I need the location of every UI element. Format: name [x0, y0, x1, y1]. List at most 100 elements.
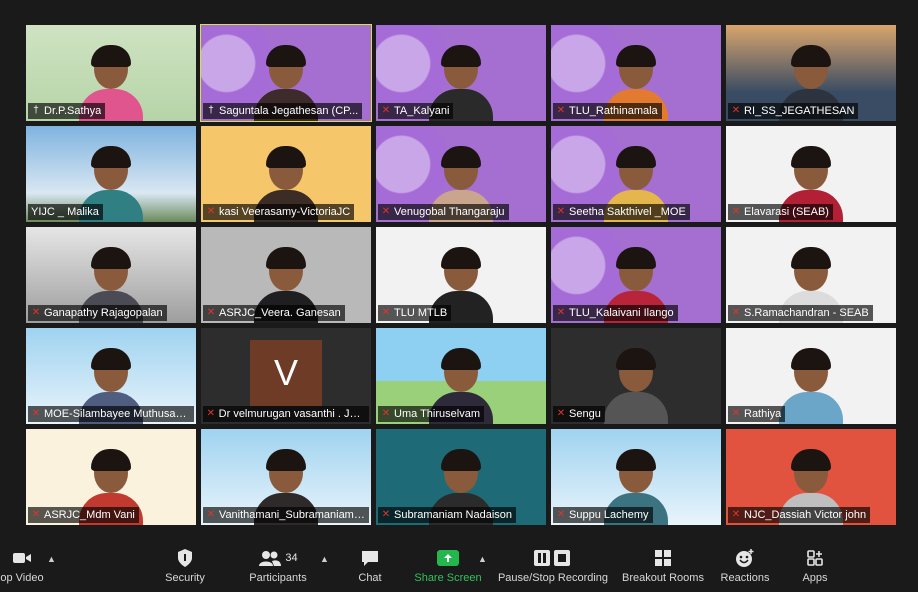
mic-off-icon: ✕: [556, 206, 566, 217]
shield-icon: [176, 546, 194, 570]
video-button[interactable]: op Video: [0, 546, 46, 588]
participant-name-bar: † Saguntala Jegathesan (CP...: [203, 103, 363, 119]
participants-options-caret-icon[interactable]: ▲: [320, 554, 329, 564]
mic-off-icon: ✕: [206, 509, 216, 520]
participants-icon: [259, 551, 282, 566]
participant-name-bar: YIJC _ Malika: [28, 204, 103, 220]
participant-name: TA_Kalyani: [394, 105, 450, 117]
share-screen-icon: [437, 550, 459, 566]
participant-tile[interactable]: † Saguntala Jegathesan (CP...: [200, 24, 372, 122]
participant-tile[interactable]: ✕ TLU_Rathinamala: [551, 25, 721, 121]
video-label: op Video: [0, 572, 44, 584]
participant-name-bar: ✕ Suppu Lachemy: [553, 507, 653, 523]
participant-name-bar: ✕ kasi Veerasamy-VictoriaJC: [203, 204, 355, 220]
participant-name-bar: ✕ Sengu: [553, 406, 605, 422]
participant-name: Ganapathy Rajagopalan: [44, 307, 163, 319]
participant-name-bar: ✕ Dr velmurugan vasanthi . JPJC: [203, 406, 369, 422]
mic-off-icon: ✕: [381, 206, 391, 217]
breakout-rooms-label: Breakout Rooms: [622, 572, 704, 584]
security-button[interactable]: Security: [160, 546, 210, 588]
participant-tile[interactable]: ✕ TLU_Kalaivani Ilango: [551, 227, 721, 323]
participant-tile[interactable]: ✕ S.Ramachandran - SEAB: [726, 227, 896, 323]
participant-name-bar: ✕ TLU_Rathinamala: [553, 103, 662, 119]
participant-tile[interactable]: ✕ RI_SS_JEGATHESAN: [726, 25, 896, 121]
mic-off-icon: ✕: [381, 509, 391, 520]
chat-button[interactable]: Chat: [352, 546, 388, 588]
breakout-rooms-button[interactable]: Breakout Rooms: [620, 546, 706, 588]
mic-off-icon: ✕: [731, 307, 741, 318]
mic-off-icon: ✕: [556, 307, 566, 318]
participant-name: Sengu: [569, 408, 601, 420]
participant-name-bar: ✕ Vanithamani_Subramaniam ...: [203, 507, 369, 523]
mic-off-icon: ✕: [206, 206, 216, 217]
mic-off-icon: ✕: [206, 307, 216, 318]
participant-tile[interactable]: ✕ TLU MTLB: [376, 227, 546, 323]
participant-name: Vanithamani_Subramaniam ...: [218, 509, 365, 521]
participant-name-bar: ✕ MOE-Silambayee Muthusamy: [28, 406, 194, 422]
participant-name: S.Ramachandran - SEAB: [744, 307, 869, 319]
participant-name: Dr.P.Sathya: [44, 105, 102, 117]
pause-stop-icon: [533, 546, 573, 570]
participant-name-bar: ✕ ASRJC_Mdm Vani: [28, 507, 139, 523]
participant-name: Suppu Lachemy: [569, 509, 649, 521]
participant-name: Venugobal Thangaraju: [394, 206, 505, 218]
breakout-rooms-icon: [654, 546, 672, 570]
participant-name-bar: ✕ Ganapathy Rajagopalan: [28, 305, 167, 321]
mic-off-icon: ✕: [381, 105, 391, 116]
participant-tile[interactable]: ✕ Venugobal Thangaraju: [376, 126, 546, 222]
participant-name: Saguntala Jegathesan (CP...: [219, 105, 359, 117]
participant-name-bar: ✕ TA_Kalyani: [378, 103, 454, 119]
mic-off-icon: ✕: [206, 408, 216, 419]
meeting-toolbar: op Video ▲ Security 34 Participants ▲ Ch…: [0, 540, 918, 592]
mic-off-icon: ✕: [31, 509, 41, 520]
participant-name-bar: ✕ Seetha Sakthivel _MOE: [553, 204, 690, 220]
participant-tile[interactable]: ✕ Uma Thiruselvam: [376, 328, 546, 424]
share-options-caret-icon[interactable]: ▲: [478, 554, 487, 564]
participant-tile[interactable]: ✕ TA_Kalyani: [376, 25, 546, 121]
participant-tile[interactable]: ✕ Ganapathy Rajagopalan: [26, 227, 196, 323]
participant-name: MOE-Silambayee Muthusamy: [44, 408, 190, 420]
mic-off-icon: ✕: [556, 509, 566, 520]
mic-off-icon: ✕: [381, 408, 391, 419]
participant-tile[interactable]: ✕ Vanithamani_Subramaniam ...: [201, 429, 371, 525]
video-camera-icon: [11, 546, 33, 570]
participants-button[interactable]: 34 Participants: [246, 546, 310, 588]
participant-tile[interactable]: ✕ ASRJC_Mdm Vani: [26, 429, 196, 525]
participant-name-bar: ✕ ASRJC_Veera. Ganesan: [203, 305, 345, 321]
participant-name-bar: ✕ Venugobal Thangaraju: [378, 204, 509, 220]
reactions-button[interactable]: Reactions: [718, 546, 772, 588]
participant-tile[interactable]: ✕ Seetha Sakthivel _MOE: [551, 126, 721, 222]
mic-off-icon: ✕: [731, 509, 741, 520]
reactions-label: Reactions: [720, 572, 770, 584]
share-screen-button[interactable]: Share Screen: [414, 546, 482, 588]
participant-tile[interactable]: ✕ Elavarasi (SEAB): [726, 126, 896, 222]
participant-name: RI_SS_JEGATHESAN: [744, 105, 855, 117]
participant-tile[interactable]: V ✕ Dr velmurugan vasanthi . JPJC: [201, 328, 371, 424]
participant-tile[interactable]: ✕ Rathiya: [726, 328, 896, 424]
participant-name-bar: ✕ RI_SS_JEGATHESAN: [728, 103, 859, 119]
participant-name: TLU MTLB: [394, 307, 448, 319]
participant-tile[interactable]: ✕ MOE-Silambayee Muthusamy: [26, 328, 196, 424]
participant-tile[interactable]: ✕ kasi Veerasamy-VictoriaJC: [201, 126, 371, 222]
participant-name-bar: ✕ Uma Thiruselvam: [378, 406, 484, 422]
participants-count: 34: [285, 552, 298, 564]
video-gallery: † Dr.P.Sathya † Saguntala Jegathesan (CP...…: [0, 0, 918, 540]
video-options-caret-icon[interactable]: ▲: [47, 554, 56, 564]
participant-name: NJC_Dassiah Victor john: [744, 509, 867, 521]
participant-name: kasi Veerasamy-VictoriaJC: [219, 206, 351, 218]
chat-bubble-icon: [360, 546, 380, 570]
participant-name-bar: † Dr.P.Sathya: [28, 103, 106, 119]
participant-tile[interactable]: ✕ Subramaniam Nadaison: [376, 429, 546, 525]
participant-tile[interactable]: ✕ Sengu: [551, 328, 721, 424]
pin-icon: †: [33, 105, 39, 116]
participant-name: Elavarasi (SEAB): [744, 206, 829, 218]
participant-tile[interactable]: YIJC _ Malika: [26, 126, 196, 222]
participant-tile[interactable]: † Dr.P.Sathya: [26, 25, 196, 121]
participant-tile[interactable]: ✕ ASRJC_Veera. Ganesan: [201, 227, 371, 323]
participant-tile[interactable]: ✕ NJC_Dassiah Victor john: [726, 429, 896, 525]
participant-tile[interactable]: ✕ Suppu Lachemy: [551, 429, 721, 525]
apps-button[interactable]: Apps: [798, 546, 832, 588]
recording-label: Pause/Stop Recording: [497, 572, 609, 584]
recording-button[interactable]: Pause/Stop Recording: [498, 546, 608, 588]
participant-video: [604, 346, 668, 424]
